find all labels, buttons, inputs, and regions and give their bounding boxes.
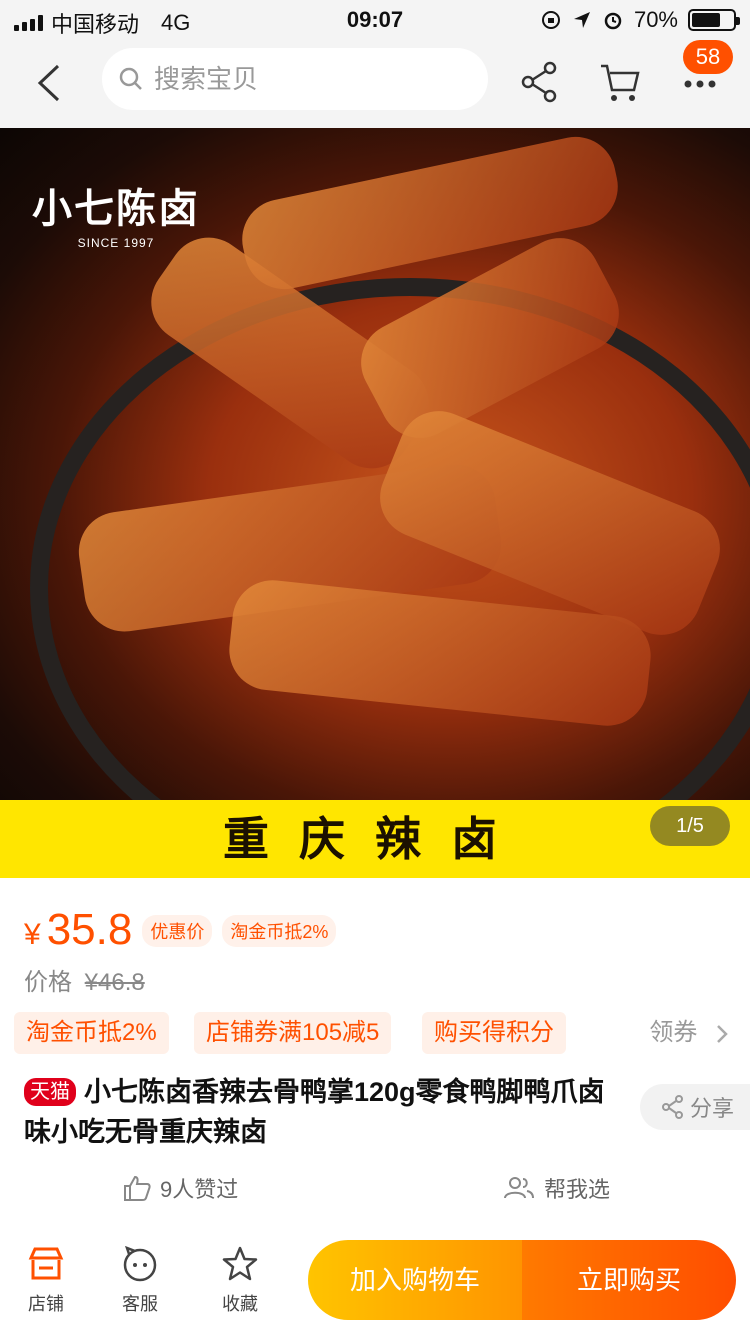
battery-percent: 70%	[633, 7, 678, 32]
tab-shop-label: 店铺	[28, 1294, 64, 1314]
product-banner: 重庆辣卤	[0, 800, 750, 878]
tab-service-label: 客服	[122, 1294, 158, 1314]
product-title: 小七陈卤香辣去骨鸭掌120g零食鸭脚鸭爪卤味小吃无骨重庆辣卤	[24, 1077, 605, 1147]
share-icon	[662, 1095, 683, 1119]
tmall-badge: 天猫	[24, 1078, 76, 1106]
status-right: 70%	[540, 7, 740, 33]
original-price: ¥46.8	[84, 969, 145, 996]
alarm-icon	[604, 12, 622, 30]
coin-tag: 淘金币抵2%	[222, 915, 337, 947]
location-icon	[573, 12, 590, 28]
brand-logo: 小七陈卤 SINCE 1997	[32, 176, 200, 250]
shop-icon	[28, 1247, 64, 1280]
brand-since: SINCE 1997	[77, 236, 155, 250]
star-icon	[222, 1246, 258, 1281]
price-row: ¥ 35.8 优惠价 淘金币抵2%	[24, 905, 337, 955]
rotation-lock-icon	[541, 11, 560, 29]
cart-icon	[601, 64, 640, 101]
promo-item[interactable]: 购买得积分	[422, 1012, 566, 1054]
product-title-block: 天猫 小七陈卤香辣去骨鸭掌120g零食鸭脚鸭爪卤味小吃无骨重庆辣卤	[24, 1072, 624, 1152]
people-icon	[504, 1177, 534, 1199]
image-counter: 1/5	[650, 806, 730, 846]
original-price-row: 价格 ¥46.8	[24, 962, 145, 997]
tab-shop[interactable]: 店铺	[6, 1246, 86, 1316]
current-price: 35.8	[46, 905, 133, 954]
nav-bar: 58	[0, 40, 750, 128]
back-button[interactable]	[30, 60, 70, 106]
bottom-bar: 店铺 客服 收藏 加入购物车 立即购买	[0, 1234, 750, 1334]
share-pill-button[interactable]: 分享	[640, 1084, 750, 1130]
back-icon	[37, 64, 60, 102]
coupon-label: 领券	[649, 1019, 698, 1046]
promo-item[interactable]: 淘金币抵2%	[14, 1012, 169, 1054]
likes-count: 9人赞过	[160, 1177, 239, 1202]
original-price-label: 价格	[24, 969, 72, 996]
share-button[interactable]	[518, 60, 562, 104]
add-to-cart-button[interactable]: 加入购物车	[308, 1240, 522, 1320]
product-image[interactable]: 小七陈卤 SINCE 1997	[0, 128, 750, 800]
help-choose-button[interactable]: 帮我选	[502, 1172, 610, 1204]
service-icon	[123, 1246, 157, 1282]
battery-icon	[688, 9, 740, 31]
promo-item[interactable]: 店铺券满105减5	[194, 1012, 392, 1054]
like-button[interactable]: 9人赞过	[122, 1172, 238, 1204]
chevron-right-icon	[717, 1024, 728, 1043]
like-icon	[124, 1175, 151, 1201]
cart-button[interactable]	[598, 60, 642, 104]
share-label: 分享	[690, 1096, 735, 1121]
help-choose-label: 帮我选	[544, 1177, 611, 1202]
promo-row: 淘金币抵2% 店铺券满105减5 购买得积分 领券	[14, 1012, 750, 1054]
tab-favorite[interactable]: 收藏	[200, 1246, 280, 1316]
tab-favorite-label: 收藏	[222, 1294, 258, 1314]
coupon-link[interactable]: 领券	[649, 1012, 730, 1054]
status-bar: 中国移动 4G 09:07 70%	[0, 0, 750, 40]
tab-service[interactable]: 客服	[100, 1246, 180, 1316]
search-icon	[119, 67, 142, 90]
discount-tag: 优惠价	[142, 915, 213, 947]
more-badge: 58	[683, 40, 733, 74]
currency-symbol: ¥	[24, 918, 41, 951]
search-input[interactable]	[154, 63, 454, 95]
share-icon	[521, 61, 557, 103]
brand-name: 小七陈卤	[32, 185, 200, 232]
search-box[interactable]	[102, 48, 488, 110]
buy-now-button[interactable]: 立即购买	[522, 1240, 736, 1320]
